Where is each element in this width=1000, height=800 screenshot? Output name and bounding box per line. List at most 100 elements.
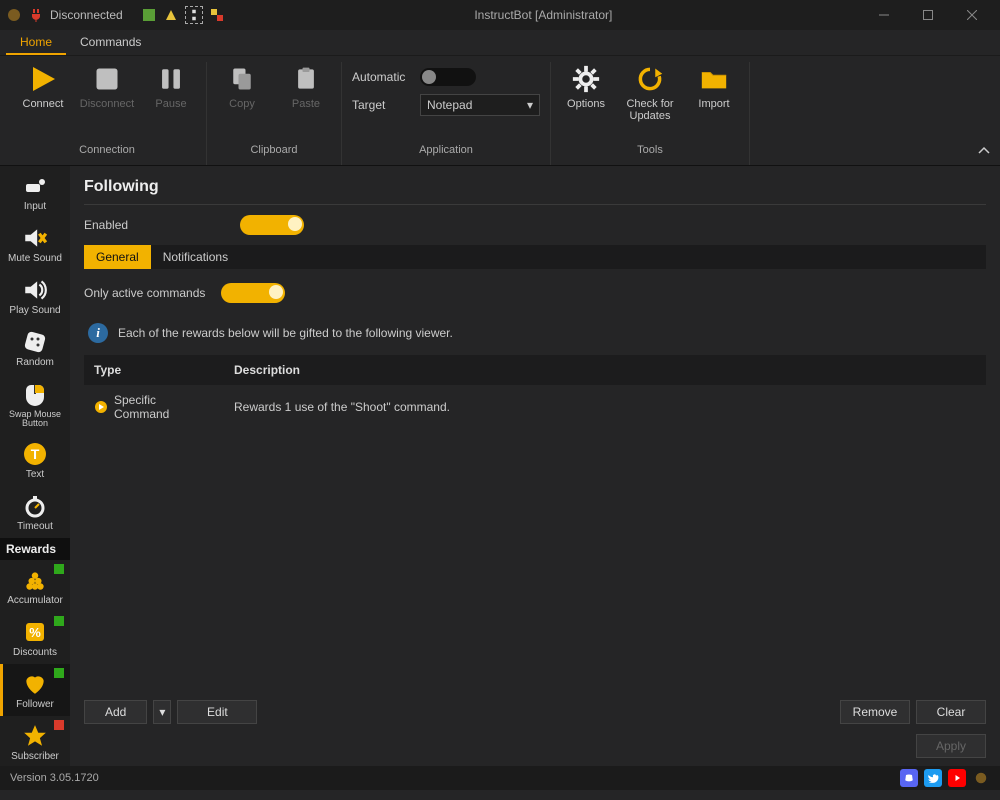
only-active-toggle[interactable]: [221, 283, 285, 303]
tab-notifications[interactable]: Notifications: [151, 245, 240, 269]
refresh-icon: [633, 62, 667, 96]
group-label-clipboard: Clipboard: [250, 144, 297, 156]
gear-icon: [569, 62, 603, 96]
ribbon-collapse-button[interactable]: [978, 144, 990, 159]
options-button[interactable]: Options: [561, 62, 611, 110]
ribbon: Connect Disconnect Pause Connection Copy…: [0, 56, 1000, 166]
row-type: Specific Command: [114, 393, 214, 421]
side-item-mute-sound[interactable]: Mute Sound: [0, 218, 70, 270]
side-item-discounts[interactable]: % Discounts: [0, 612, 70, 664]
reward-type-icon: [94, 400, 108, 414]
group-label-connection: Connection: [79, 144, 135, 156]
import-button[interactable]: Import: [689, 62, 739, 110]
side-item-play-sound[interactable]: Play Sound: [0, 270, 70, 322]
mute-icon: [21, 224, 49, 252]
stopwatch-icon: [21, 492, 49, 520]
side-item-accumulator[interactable]: Accumulator: [0, 560, 70, 612]
status-app-icon[interactable]: [972, 769, 990, 787]
info-icon: i: [88, 323, 108, 343]
automatic-label: Automatic: [352, 70, 412, 84]
subtabs: General Notifications: [84, 245, 986, 269]
col-description: Description: [224, 355, 986, 385]
copy-icon: [225, 62, 259, 96]
page-title: Following: [84, 176, 986, 205]
target-label: Target: [352, 98, 412, 112]
enabled-toggle[interactable]: [240, 215, 304, 235]
side-item-timeout[interactable]: Timeout: [0, 486, 70, 538]
ribbon-group-clipboard: Copy Paste Clipboard: [207, 62, 342, 165]
paste-icon: [289, 62, 323, 96]
content-panel: Following Enabled General Notifications …: [70, 166, 1000, 766]
side-header-rewards: Rewards: [0, 538, 70, 560]
target-combo[interactable]: Notepad ▾: [420, 94, 540, 116]
automatic-toggle[interactable]: [420, 68, 476, 86]
discord-icon[interactable]: [900, 769, 918, 787]
check-updates-button[interactable]: Check for Updates: [625, 62, 675, 122]
info-text: Each of the rewards below will be gifted…: [118, 326, 453, 340]
clear-button[interactable]: Clear: [916, 700, 986, 724]
app-icon: [6, 7, 22, 23]
status-dot-icon: [54, 720, 64, 730]
plug-icon: [28, 7, 44, 23]
side-item-input[interactable]: Input: [0, 166, 70, 218]
side-item-follower[interactable]: Follower: [0, 664, 70, 716]
svg-text:%: %: [29, 625, 41, 640]
copy-button: Copy: [217, 62, 267, 110]
status-dot-icon: [54, 616, 64, 626]
disconnect-button: Disconnect: [82, 62, 132, 110]
chevron-down-icon: ▾: [527, 98, 533, 112]
table-row[interactable]: Specific Command Rewards 1 use of the "S…: [84, 385, 986, 429]
text-icon: T: [21, 440, 49, 468]
stop-icon: [90, 62, 124, 96]
svg-text:T: T: [31, 446, 40, 462]
group-label-application: Application: [419, 144, 473, 156]
close-button[interactable]: [950, 0, 994, 30]
apply-button: Apply: [916, 734, 986, 758]
speaker-icon: [21, 276, 49, 304]
rewards-table: Type Description Specific Command Rewar: [84, 355, 986, 429]
tb-tool-1-icon[interactable]: [141, 7, 157, 23]
side-item-random[interactable]: Random: [0, 322, 70, 374]
minimize-button[interactable]: [862, 0, 906, 30]
titlebar-left: Disconnected: [6, 6, 225, 24]
side-item-swap-mouse[interactable]: Swap Mouse Button: [0, 374, 70, 434]
edit-button[interactable]: Edit: [177, 700, 257, 724]
add-dropdown-button[interactable]: ▾: [153, 700, 171, 724]
row-description: Rewards 1 use of the "Shoot" command.: [224, 385, 986, 429]
main-area: Input Mute Sound Play Sound Random Swap …: [0, 166, 1000, 766]
ribbon-group-connection: Connect Disconnect Pause Connection: [8, 62, 207, 165]
youtube-icon[interactable]: [948, 769, 966, 787]
menu-commands[interactable]: Commands: [66, 30, 155, 55]
maximize-button[interactable]: [906, 0, 950, 30]
folder-icon: [697, 62, 731, 96]
col-type: Type: [84, 355, 224, 385]
status-dot-icon: [54, 564, 64, 574]
enabled-label: Enabled: [84, 218, 128, 232]
content-buttons: Add ▾ Edit Remove Clear: [84, 690, 986, 734]
window-title: InstructBot [Administrator]: [225, 8, 862, 22]
title-bar: Disconnected InstructBot [Administrator]: [0, 0, 1000, 30]
side-rail: Input Mute Sound Play Sound Random Swap …: [0, 166, 70, 766]
dice-icon: [21, 328, 49, 356]
heart-icon: [21, 670, 49, 698]
tb-tool-3-icon[interactable]: [185, 6, 203, 24]
add-button[interactable]: Add: [84, 700, 147, 724]
mouse-icon: [21, 380, 49, 408]
side-item-text[interactable]: T Text: [0, 434, 70, 486]
tb-tool-2-icon[interactable]: [163, 7, 179, 23]
tb-tool-4-icon[interactable]: [209, 7, 225, 23]
group-label-tools: Tools: [637, 144, 663, 156]
remove-button[interactable]: Remove: [840, 700, 910, 724]
paste-button: Paste: [281, 62, 331, 110]
connect-button[interactable]: Connect: [18, 62, 68, 110]
menu-home[interactable]: Home: [6, 30, 66, 55]
play-icon: [26, 62, 60, 96]
tab-general[interactable]: General: [84, 245, 151, 269]
twitter-icon[interactable]: [924, 769, 942, 787]
side-item-subscriber[interactable]: Subscriber: [0, 716, 70, 766]
window-controls: [862, 0, 994, 30]
star-icon: [21, 722, 49, 750]
accumulator-icon: [21, 566, 49, 594]
status-dot-icon: [54, 668, 64, 678]
pause-icon: [154, 62, 188, 96]
